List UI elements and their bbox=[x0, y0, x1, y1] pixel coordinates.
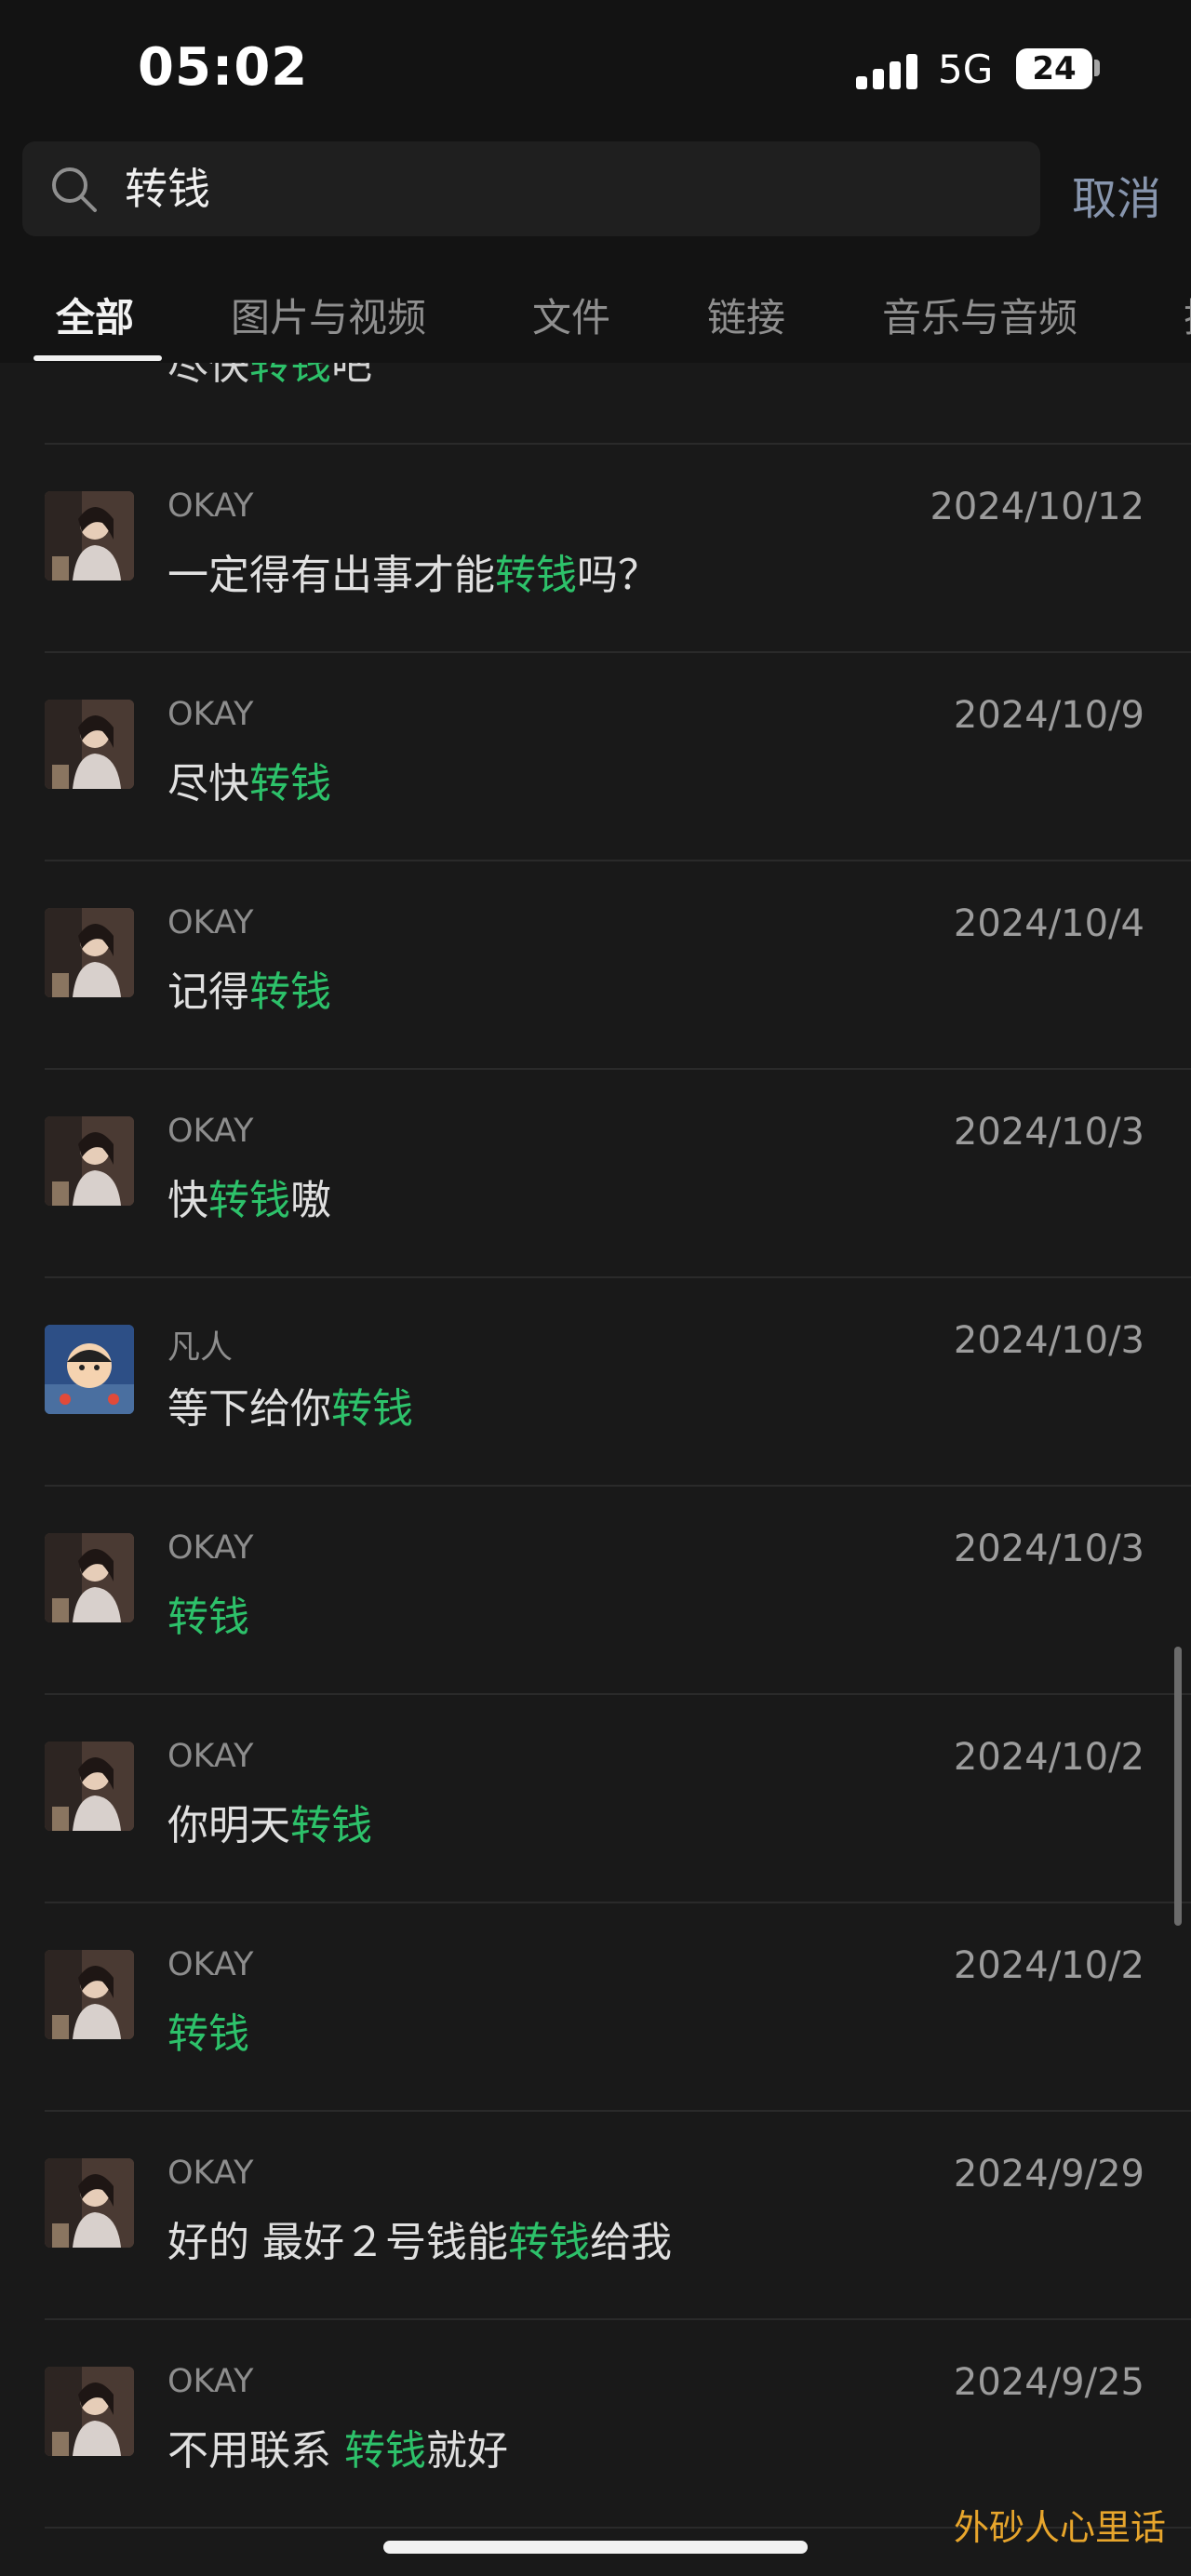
portrait-image bbox=[45, 1533, 134, 1622]
sender-name: OKAY bbox=[167, 1946, 254, 1983]
filter-tabs: 全部 图片与视频 文件 链接 音乐与音频 搜 bbox=[0, 249, 1191, 363]
sender-name: OKAY bbox=[167, 1529, 254, 1567]
sender-name: 凡人 bbox=[167, 1329, 234, 1367]
avatar-cartoon[interactable] bbox=[45, 1325, 134, 1414]
scrollbar[interactable] bbox=[1174, 1647, 1182, 1926]
active-tab-indicator bbox=[33, 355, 162, 361]
message-text: 尽快转钱 bbox=[167, 760, 331, 808]
tab-images-videos[interactable]: 图片与视频 bbox=[231, 287, 426, 343]
avatar-okay[interactable] bbox=[45, 908, 134, 997]
home-indicator[interactable] bbox=[383, 2541, 808, 2554]
message-text: 等下给你转钱 bbox=[167, 1385, 413, 1433]
portrait-image bbox=[45, 2158, 134, 2248]
status-bar: 05:02 5G 24 bbox=[0, 0, 1191, 140]
result-row[interactable]: OKAY 2024/10/2 你明天转钱 bbox=[0, 1695, 1191, 1903]
tab-all[interactable]: 全部 bbox=[56, 287, 134, 343]
avatar-okay[interactable] bbox=[45, 1116, 134, 1206]
result-row[interactable]: 凡人 2024/10/3 等下给你转钱 bbox=[0, 1278, 1191, 1487]
message-date: 2024/9/29 bbox=[953, 2153, 1144, 2196]
avatar-okay[interactable] bbox=[45, 2158, 134, 2248]
sender-name: OKAY bbox=[167, 1113, 254, 1150]
cartoon-avatar-image bbox=[45, 1325, 134, 1414]
result-row[interactable]: OKAY 2024/9/29 好的 最好２号钱能转钱给我 bbox=[0, 2112, 1191, 2320]
message-date: 2024/10/3 bbox=[953, 1111, 1144, 1154]
result-row[interactable]: OKAY 2024/10/2 转钱 bbox=[0, 1903, 1191, 2112]
tab-more[interactable]: 搜 bbox=[1184, 287, 1191, 343]
portrait-image bbox=[45, 1950, 134, 2039]
avatar-okay[interactable] bbox=[45, 700, 134, 789]
portrait-image bbox=[45, 2367, 134, 2456]
message-date: 2024/10/4 bbox=[953, 902, 1144, 945]
message-text: 好的 最好２号钱能转钱给我 bbox=[167, 2219, 672, 2266]
portrait-image bbox=[45, 1742, 134, 1831]
message-date: 2024/10/3 bbox=[953, 1528, 1144, 1570]
message-text: 快转钱嗷 bbox=[167, 1177, 331, 1224]
avatar-okay[interactable] bbox=[45, 1950, 134, 2039]
result-row[interactable]: OKAY 2024/10/12 一定得有出事才能转钱吗？ bbox=[0, 445, 1191, 653]
watermark-text: 外砂人心里话 bbox=[954, 2507, 1167, 2548]
portrait-image bbox=[45, 491, 134, 581]
message-date: 2024/10/2 bbox=[953, 1944, 1144, 1987]
portrait-image bbox=[45, 700, 134, 789]
result-row[interactable]: OKAY 2024/10/3 快转钱嗷 bbox=[0, 1070, 1191, 1278]
search-box[interactable] bbox=[22, 141, 1040, 236]
partial-message[interactable]: 尽快转钱吧 bbox=[167, 363, 372, 391]
signal-icon bbox=[856, 54, 921, 89]
battery-tip bbox=[1094, 60, 1100, 76]
message-text: 你明天转钱 bbox=[167, 1802, 372, 1849]
network-label: 5G bbox=[938, 47, 994, 92]
message-text: 转钱 bbox=[167, 1594, 249, 1641]
message-date: 2024/10/12 bbox=[930, 486, 1144, 528]
tab-links[interactable]: 链接 bbox=[707, 287, 785, 343]
search-input[interactable] bbox=[125, 141, 962, 236]
sender-name: OKAY bbox=[167, 904, 254, 941]
tab-files[interactable]: 文件 bbox=[532, 287, 610, 343]
message-date: 2024/10/2 bbox=[953, 1736, 1144, 1779]
result-row[interactable]: OKAY 2024/10/9 尽快转钱 bbox=[0, 653, 1191, 861]
avatar-okay[interactable] bbox=[45, 2367, 134, 2456]
portrait-image bbox=[45, 908, 134, 997]
sender-name: OKAY bbox=[167, 487, 254, 525]
search-results: 尽快转钱吧 OKAY 2024/10/12 一定得有出事才能转钱吗？ OKAY … bbox=[0, 363, 1191, 2576]
avatar-okay[interactable] bbox=[45, 1533, 134, 1622]
sender-name: OKAY bbox=[167, 2363, 254, 2400]
message-text: 一定得有出事才能转钱吗？ bbox=[167, 552, 659, 599]
portrait-image bbox=[45, 1116, 134, 1206]
tab-music-audio[interactable]: 音乐与音频 bbox=[882, 287, 1077, 343]
status-time: 05:02 bbox=[138, 37, 309, 98]
cancel-button[interactable]: 取消 bbox=[1072, 162, 1161, 227]
result-row[interactable]: OKAY 2024/10/4 记得转钱 bbox=[0, 861, 1191, 1070]
message-text: 不用联系 转钱就好 bbox=[167, 2427, 508, 2475]
sender-name: OKAY bbox=[167, 696, 254, 733]
sender-name: OKAY bbox=[167, 2155, 254, 2192]
result-row[interactable]: OKAY 2024/9/25 不用联系 转钱就好 bbox=[0, 2320, 1191, 2529]
sender-name: OKAY bbox=[167, 1738, 254, 1775]
avatar-okay[interactable] bbox=[45, 491, 134, 581]
battery-icon: 24 bbox=[1016, 48, 1092, 89]
message-text: 转钱 bbox=[167, 2010, 249, 2058]
avatar-okay[interactable] bbox=[45, 1742, 134, 1831]
message-date: 2024/10/9 bbox=[953, 694, 1144, 737]
message-text: 记得转钱 bbox=[167, 968, 331, 1016]
message-date: 2024/9/25 bbox=[953, 2361, 1144, 2404]
search-icon bbox=[52, 167, 97, 212]
search-bar: 取消 bbox=[0, 140, 1191, 249]
message-date: 2024/10/3 bbox=[953, 1319, 1144, 1362]
result-row[interactable]: OKAY 2024/10/3 转钱 bbox=[0, 1487, 1191, 1695]
